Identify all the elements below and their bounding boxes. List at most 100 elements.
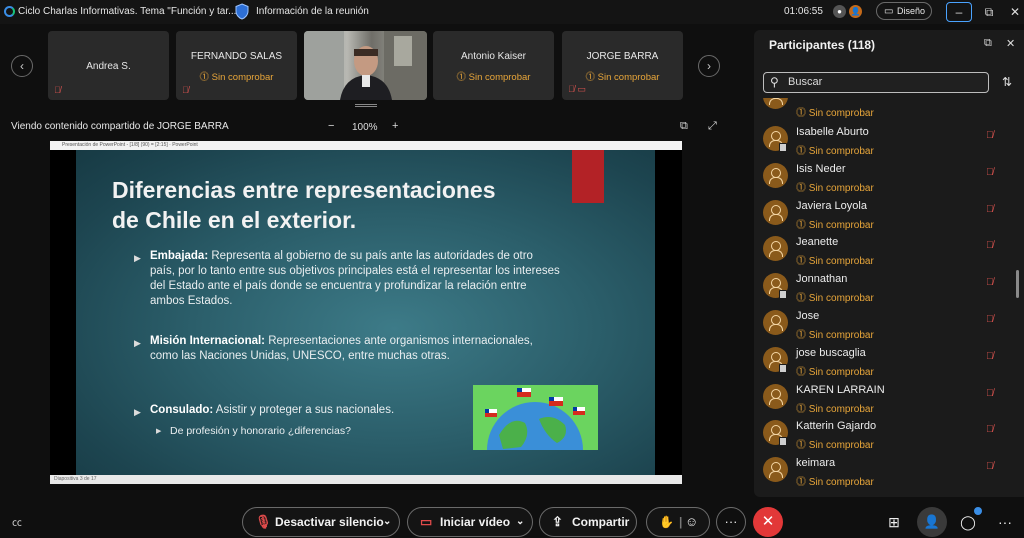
mute-button[interactable]: 🎙 Desactivar silencio ⌄ [242, 507, 400, 537]
muted-mic-icon[interactable]: 🎙̸ [986, 130, 994, 141]
shield-icon[interactable] [235, 3, 249, 20]
muted-mic-icon[interactable]: 🎙̸ [986, 351, 994, 362]
share-title: Viendo contenido compartido de JORGE BAR… [11, 121, 229, 132]
zoom-level[interactable]: 100% [352, 122, 378, 133]
share-label: Compartir [572, 515, 630, 529]
meeting-title: Ciclo Charlas Informativas. Tema "Funció… [18, 6, 237, 17]
tile-status: ⓵ Sin comprobar [199, 72, 274, 83]
speaker-video-tile[interactable] [304, 31, 427, 100]
captions-icon[interactable]: ㏄ [12, 514, 22, 529]
participants-icon: 👤 [923, 514, 941, 529]
participant-status: ⓵ Sin comprobar [796, 293, 874, 305]
muted-mic-icon: 🎙̸ [54, 85, 61, 95]
minimize-button[interactable]: – [944, 0, 974, 24]
search-icon: ⚲ [770, 75, 779, 89]
muted-mic-icon[interactable]: 🎙̸ [986, 204, 994, 215]
popout-share-icon[interactable]: ⧉ [680, 120, 688, 133]
participant-name: Jeanette [796, 236, 839, 249]
ellipsis-icon: ··· [724, 514, 738, 529]
layout-button[interactable]: ▭ Diseño [876, 2, 932, 20]
apps-icon[interactable]: ⊞ [881, 510, 907, 534]
participants-title: Participantes (118) [769, 38, 876, 52]
layout-icon: ▭ [884, 6, 894, 17]
panel-scrollbar[interactable] [1016, 270, 1019, 298]
chevron-down-icon[interactable]: ⌄ [383, 508, 391, 536]
strip-next-button[interactable]: › [698, 55, 720, 77]
participant-name: keimara [796, 457, 836, 470]
tile-name: FERNANDO SALAS [190, 51, 283, 62]
reactions-group[interactable]: ✋ | ☺ [646, 507, 710, 537]
leave-meeting-button[interactable]: ✕ [753, 507, 783, 537]
participant-row[interactable]: Isabelle Aburto ⓵ Sin comprobar 🎙̸ [760, 126, 1010, 163]
zoom-out-button[interactable]: − [328, 120, 334, 132]
participant-tile[interactable]: Antonio Kaiser ⓵ Sin comprobar [433, 31, 554, 100]
participant-row[interactable]: Katterin Gajardo ⓵ Sin comprobar 🎙̸ [760, 420, 1010, 457]
fullscreen-icon[interactable]: ⤢ [708, 120, 717, 133]
participants-toggle-button[interactable]: 👤 [917, 507, 947, 537]
participant-tile[interactable]: Andrea S. 🎙̸ [48, 31, 169, 100]
chevron-down-icon[interactable]: ⌄ [516, 508, 524, 536]
close-panel-icon[interactable]: ✕ [1006, 37, 1015, 50]
muted-mic-icon[interactable]: 🎙̸ [986, 314, 994, 325]
more-options-button[interactable]: ··· [716, 507, 746, 537]
muted-mic-icon[interactable]: 🎙̸ [986, 461, 994, 472]
user-avatar[interactable]: 👤 [849, 5, 862, 18]
participant-row[interactable]: keimara ⓵ Sin comprobar 🎙̸ [760, 457, 1010, 494]
raise-hand-icon[interactable]: ✋ [659, 508, 674, 536]
search-input[interactable] [788, 76, 978, 88]
muted-mic-icon: 🎙̸ ▭ [568, 84, 586, 94]
webex-logo-icon [4, 6, 15, 17]
muted-mic-icon[interactable]: 🎙̸ [986, 388, 994, 399]
muted-mic-icon[interactable]: 🎙̸ [986, 167, 994, 178]
strip-resize-handle[interactable] [355, 104, 377, 107]
meeting-info-link[interactable]: Información de la reunión [256, 6, 369, 17]
muted-mic-icon[interactable]: 🎙̸ [986, 240, 994, 251]
avatar [763, 383, 788, 409]
muted-mic-icon[interactable]: 🎙̸ [986, 277, 994, 288]
participant-tile[interactable]: FERNANDO SALAS ⓵ Sin comprobar 🎙̸ [176, 31, 297, 100]
participant-status: ⓵ Sin comprobar [796, 403, 874, 415]
strip-prev-button[interactable]: ‹ [11, 55, 33, 77]
participant-row-partial[interactable]: ⓵ Sin comprobar [760, 98, 1010, 118]
participant-row[interactable]: Jose ⓵ Sin comprobar 🎙̸ [760, 310, 1010, 347]
participant-name: Jonnathan [796, 273, 848, 286]
video-label: Iniciar vídeo [440, 515, 511, 529]
slide-bullet: Misión Internacional: Representaciones a… [150, 335, 533, 362]
reaction-icon[interactable]: ☺ [685, 508, 698, 536]
bullet-arrow-icon: ▶ [134, 407, 141, 417]
participant-row[interactable]: Isis Neder ⓵ Sin comprobar 🎙̸ [760, 162, 1010, 200]
participant-row[interactable]: Jeanette ⓵ Sin comprobar 🎙̸ [760, 236, 1010, 273]
participant-row[interactable]: Jonnathan ⓵ Sin comprobar 🎙̸ [760, 273, 1010, 310]
popout-panel-icon[interactable]: ⧉ [984, 37, 992, 50]
device-icon [779, 363, 787, 373]
close-window-button[interactable]: ✕ [1000, 0, 1024, 24]
video-button[interactable]: ▭ Iniciar vídeo ⌄ [407, 507, 533, 537]
slide-title: Diferencias entre representaciones de Ch… [112, 177, 496, 233]
participant-row[interactable]: KAREN LARRAIN ⓵ Sin comprobar 🎙̸ [760, 383, 1010, 421]
zoom-in-button[interactable]: + [392, 120, 398, 132]
mute-label: Desactivar silencio [275, 515, 384, 529]
slide-red-accent [572, 150, 604, 203]
sort-icon[interactable]: ⇅ [1002, 75, 1012, 89]
participant-status: ⓵ Sin comprobar [796, 219, 874, 231]
muted-mic-icon[interactable]: 🎙̸ [986, 424, 994, 435]
speaker-video [304, 31, 427, 100]
participant-tile[interactable]: JORGE BARRA ⓵ Sin comprobar 🎙̸ ▭ [562, 31, 683, 100]
avatar [763, 457, 788, 483]
close-icon: ✕ [761, 513, 775, 530]
participant-status: ⓵ Sin comprobar [796, 366, 874, 378]
share-button[interactable]: ⇪ Compartir [539, 507, 637, 537]
device-icon [779, 290, 787, 300]
avatar [763, 236, 788, 262]
participant-search[interactable]: ⚲ [763, 72, 989, 93]
shared-window-statusbar: Diapositiva 3 de 17 [50, 475, 682, 484]
tile-name: Andrea S. [86, 61, 131, 72]
participant-name: jose buscaglia [796, 346, 866, 359]
participant-row[interactable]: jose buscaglia ⓵ Sin comprobar 🎙̸ [760, 346, 1010, 384]
participant-row[interactable]: Javiera Loyola ⓵ Sin comprobar 🎙̸ [760, 199, 1010, 237]
more-panels-icon[interactable]: ··· [992, 510, 1018, 534]
participant-status: ⓵ Sin comprobar [796, 477, 874, 489]
slide-letterbox-left [50, 150, 76, 475]
avatar [763, 199, 788, 225]
muted-mic-icon: 🎙̸ [182, 85, 189, 95]
